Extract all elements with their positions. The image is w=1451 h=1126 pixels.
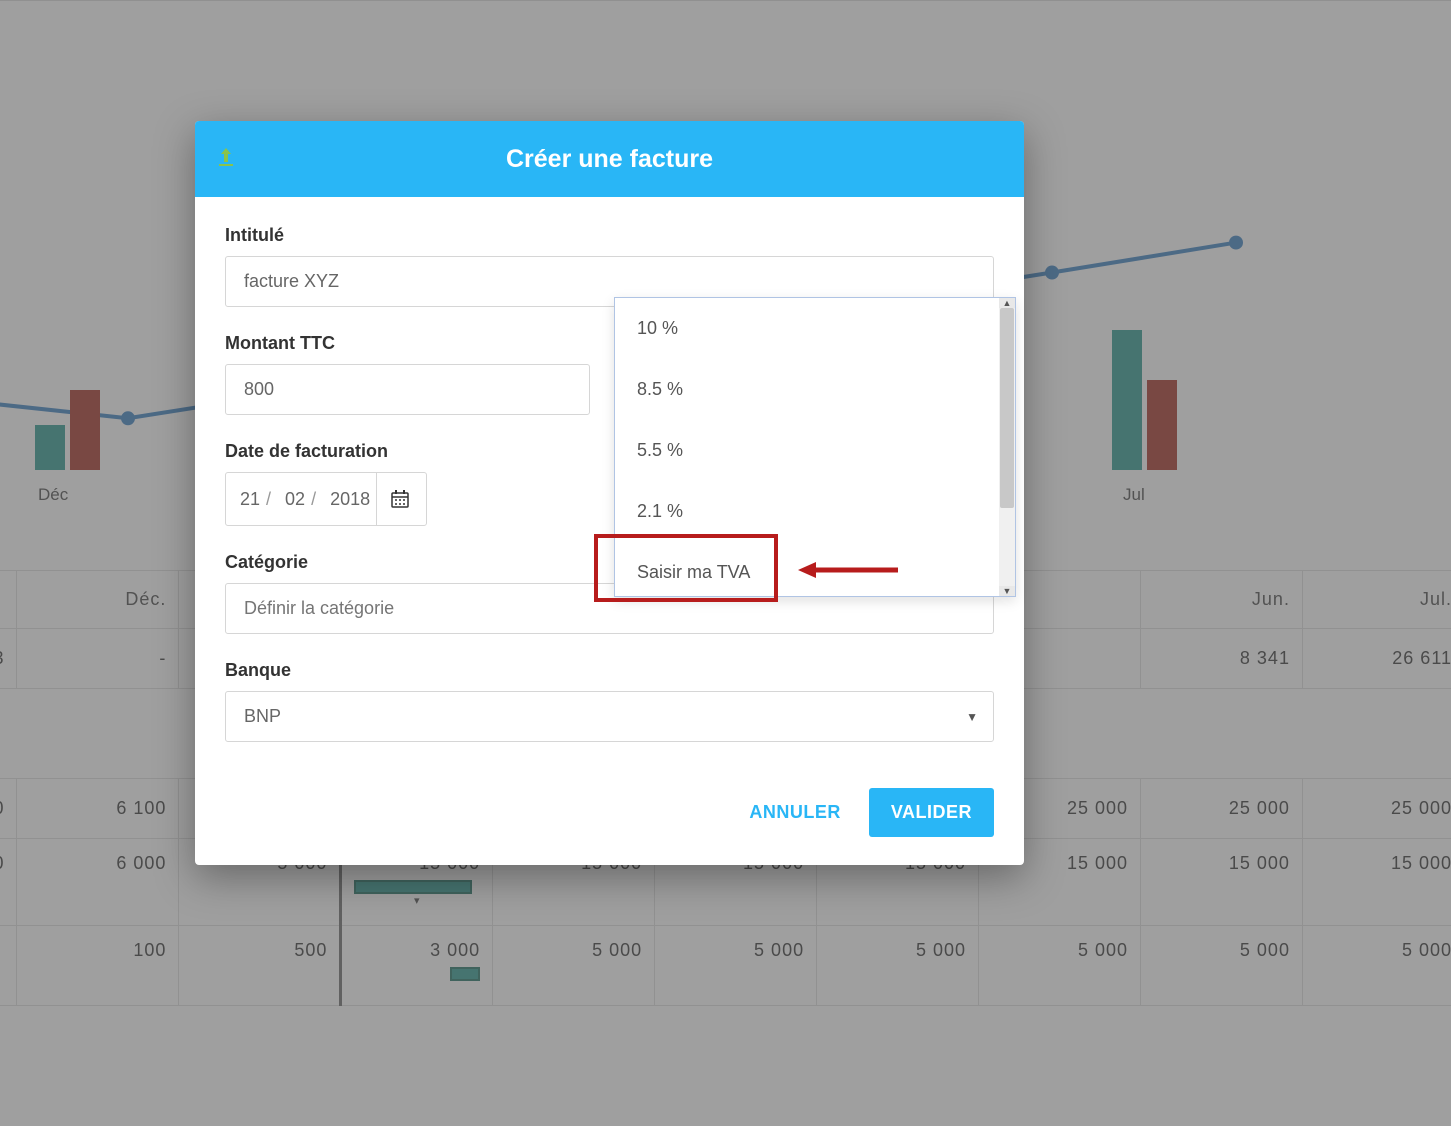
label-banque: Banque <box>225 660 994 681</box>
scrollbar-track[interactable] <box>999 308 1015 594</box>
date-month[interactable]: 02 <box>271 475 311 524</box>
date-input-group[interactable]: 21 / 02 / 2018 <box>225 472 427 526</box>
chevron-down-icon: ▼ <box>966 710 978 724</box>
annotation-arrow-icon <box>798 558 898 582</box>
scrollbar-thumb[interactable] <box>1000 308 1014 508</box>
modal-header: Créer une facture <box>195 121 1024 197</box>
tva-option[interactable]: 5.5 % <box>615 420 1015 481</box>
annotation-highlight <box>594 534 778 602</box>
tva-option[interactable]: 8.5 % <box>615 359 1015 420</box>
upload-icon[interactable] <box>217 146 235 172</box>
banque-select[interactable] <box>225 691 994 742</box>
montant-input[interactable] <box>225 364 590 415</box>
scroll-up-icon[interactable]: ▲ <box>999 298 1015 308</box>
calendar-icon[interactable] <box>376 473 422 525</box>
date-day[interactable]: 21 <box>226 475 266 524</box>
scroll-down-icon[interactable]: ▼ <box>999 586 1015 596</box>
cancel-button[interactable]: ANNULER <box>739 790 851 835</box>
validate-button[interactable]: VALIDER <box>869 788 994 837</box>
modal-title: Créer une facture <box>506 145 713 174</box>
label-intitule: Intitulé <box>225 225 994 246</box>
tva-option[interactable]: 2.1 % <box>615 481 1015 542</box>
tva-option[interactable]: 10 % <box>615 298 1015 359</box>
date-year[interactable]: 2018 <box>316 475 376 524</box>
